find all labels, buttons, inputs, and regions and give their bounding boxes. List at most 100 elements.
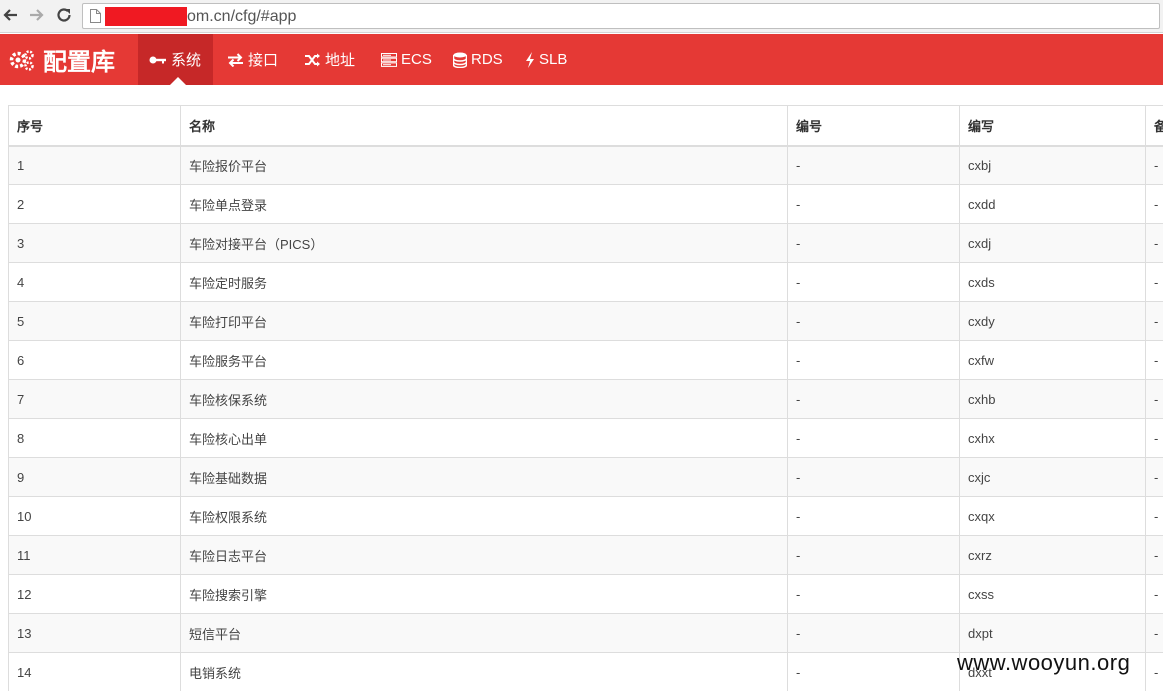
back-arrow-icon xyxy=(3,9,17,21)
cell-number: - xyxy=(787,535,960,575)
cell-abbr: dxpt xyxy=(959,613,1146,653)
table-row[interactable]: 10 车险权限系统 - cxqx - xyxy=(8,496,1163,536)
cell-index: 3 xyxy=(8,223,181,263)
cell-number: - xyxy=(787,184,960,224)
table-row[interactable]: 9 车险基础数据 - cxjc - xyxy=(8,457,1163,497)
nav-label: SLB xyxy=(539,51,568,68)
cogs-icon xyxy=(9,49,34,71)
cell-name: 车险报价平台 xyxy=(180,145,788,185)
cell-number: - xyxy=(787,496,960,536)
table-header-row: 序号 名称 编号 编写 备 xyxy=(8,105,1163,147)
cell-name: 车险基础数据 xyxy=(180,457,788,497)
nav-item-ecs[interactable]: ECS xyxy=(381,34,432,85)
nav-item-address[interactable]: 地址 xyxy=(304,34,355,85)
column-header-number[interactable]: 编号 xyxy=(787,105,960,147)
nav-label: 系统 xyxy=(171,52,202,69)
nav-label: ECS xyxy=(401,51,432,68)
cell-name: 车险日志平台 xyxy=(180,535,788,575)
column-header-remark[interactable]: 备 xyxy=(1145,105,1163,147)
column-header-name[interactable]: 名称 xyxy=(180,105,788,147)
table-row[interactable]: 13 短信平台 - dxpt - xyxy=(8,613,1163,653)
cell-name: 车险打印平台 xyxy=(180,301,788,341)
reload-icon xyxy=(57,8,71,22)
cell-remark: - xyxy=(1145,574,1163,614)
table-row[interactable]: 6 车险服务平台 - cxfw - xyxy=(8,340,1163,380)
table-row[interactable]: 2 车险单点登录 - cxdd - xyxy=(8,184,1163,224)
server-icon xyxy=(381,52,397,67)
cell-index: 11 xyxy=(8,535,181,575)
table-row[interactable]: 12 车险搜索引擎 - cxss - xyxy=(8,574,1163,614)
cell-name: 车险服务平台 xyxy=(180,340,788,380)
reload-button[interactable] xyxy=(53,4,75,26)
cell-name: 车险对接平台（PICS） xyxy=(180,223,788,263)
nav-label: 接口 xyxy=(248,52,279,69)
cell-number: - xyxy=(787,262,960,302)
cell-abbr: cxss xyxy=(959,574,1146,614)
table-row[interactable]: 5 车险打印平台 - cxdy - xyxy=(8,301,1163,341)
cell-remark: - xyxy=(1145,613,1163,653)
bolt-icon xyxy=(525,51,535,68)
cell-remark: - xyxy=(1145,340,1163,380)
cell-remark: - xyxy=(1145,301,1163,341)
cell-name: 短信平台 xyxy=(180,613,788,653)
table-body: 1 车险报价平台 - cxbj -2 车险单点登录 - cxdd -3 车险对接平台（PICS） -… xyxy=(8,145,1163,691)
cell-number: - xyxy=(787,145,960,185)
cell-abbr: cxqx xyxy=(959,496,1146,536)
active-tab-caret xyxy=(170,77,186,85)
config-table-wrapper: 序号 名称 编号 编写 备 1车险报价平台-cxbj-2车险单点登录-cxdd-… xyxy=(8,105,1163,691)
cell-number: - xyxy=(787,379,960,419)
cell-abbr: cxfw xyxy=(959,340,1146,380)
cell-abbr: cxds xyxy=(959,262,1146,302)
cell-index: 8 xyxy=(8,418,181,458)
table-row[interactable]: 4 车险定时服务 - cxds - xyxy=(8,262,1163,302)
cell-remark: - xyxy=(1145,379,1163,419)
address-bar[interactable]: om.cn/cfg/#app xyxy=(82,3,1160,29)
cell-abbr: cxrz xyxy=(959,535,1146,575)
cell-name: 车险单点登录 xyxy=(180,184,788,224)
cell-index: 1 xyxy=(8,145,181,185)
page-icon xyxy=(90,9,101,23)
cell-index: 10 xyxy=(8,496,181,536)
database-icon xyxy=(453,52,467,68)
cell-index: 12 xyxy=(8,574,181,614)
cell-index: 7 xyxy=(8,379,181,419)
config-table: 序号 名称 编号 编写 备 1车险报价平台-cxbj-2车险单点登录-cxdd-… xyxy=(8,105,1163,691)
brand-title: 配置库 xyxy=(43,49,115,76)
cell-name: 车险权限系统 xyxy=(180,496,788,536)
cell-name: 电销系统 xyxy=(180,652,788,691)
cell-number: - xyxy=(787,301,960,341)
nav-item-interface[interactable]: 接口 xyxy=(227,34,278,85)
back-button[interactable] xyxy=(0,4,22,26)
cell-abbr: cxhx xyxy=(959,418,1146,458)
table-row[interactable]: 1 车险报价平台 - cxbj - xyxy=(8,145,1163,185)
cell-name: 车险搜索引擎 xyxy=(180,574,788,614)
cell-abbr: cxbj xyxy=(959,145,1146,185)
cell-number: - xyxy=(787,340,960,380)
cell-abbr: cxdy xyxy=(959,301,1146,341)
column-header-index[interactable]: 序号 xyxy=(8,105,181,147)
table-row[interactable]: 11 车险日志平台 - cxrz - xyxy=(8,535,1163,575)
forward-button[interactable] xyxy=(25,4,47,26)
table-row[interactable]: 3 车险对接平台（PICS） - cxdj - xyxy=(8,223,1163,263)
url-text: om.cn/cfg/#app xyxy=(187,8,297,25)
nav-item-rds[interactable]: RDS xyxy=(453,34,503,85)
cell-number: - xyxy=(787,574,960,614)
watermark: www.wooyun.org xyxy=(957,650,1131,675)
brand[interactable]: 配置库 xyxy=(9,34,115,85)
table-row[interactable]: 8 车险核心出单 - cxhx - xyxy=(8,418,1163,458)
redacted-domain xyxy=(105,7,187,26)
cell-index: 13 xyxy=(8,613,181,653)
cell-remark: - xyxy=(1145,457,1163,497)
cell-number: - xyxy=(787,652,960,691)
table-row[interactable]: 7 车险核保系统 - cxhb - xyxy=(8,379,1163,419)
exchange-icon xyxy=(227,52,244,67)
cell-abbr: cxdj xyxy=(959,223,1146,263)
cell-number: - xyxy=(787,223,960,263)
cell-number: - xyxy=(787,457,960,497)
cell-remark: - xyxy=(1145,496,1163,536)
cell-index: 4 xyxy=(8,262,181,302)
nav-item-slb[interactable]: SLB xyxy=(525,34,567,85)
key-icon xyxy=(149,54,167,66)
column-header-abbr[interactable]: 编写 xyxy=(959,105,1146,147)
cell-abbr: cxdd xyxy=(959,184,1146,224)
